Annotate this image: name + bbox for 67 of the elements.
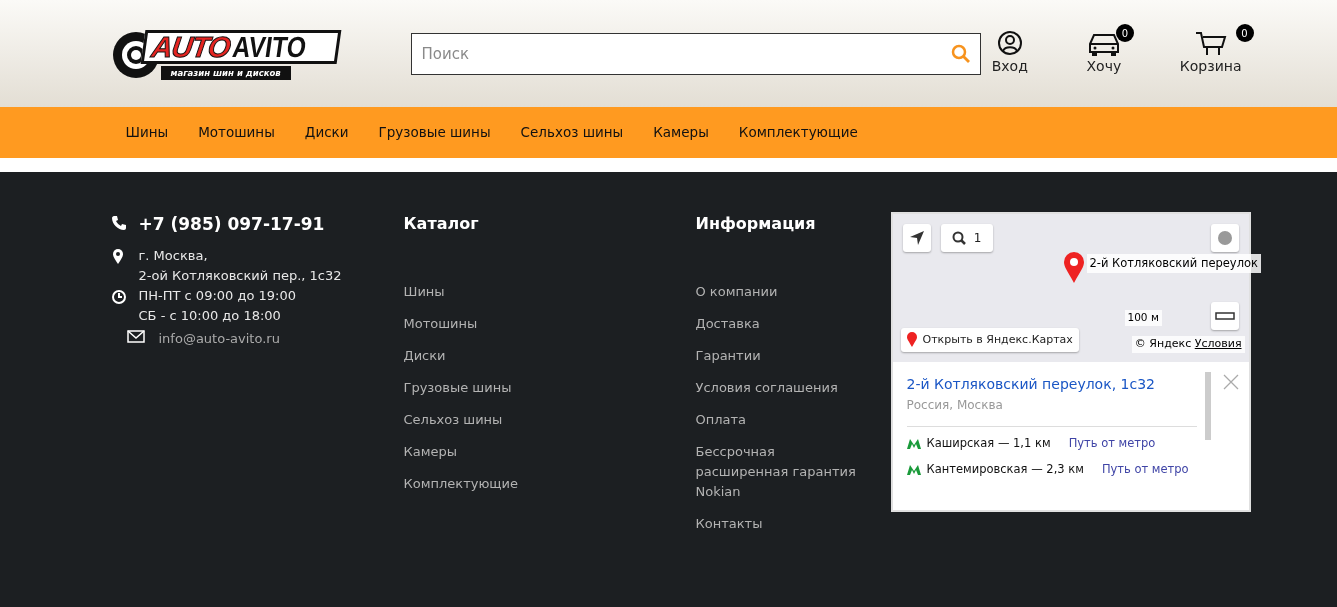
open-map-link[interactable]: Открыть в Яндекс.Картах	[900, 328, 1079, 352]
nav-link[interactable]: Шины	[125, 122, 169, 143]
footer-link[interactable]: Сельхоз шины	[403, 410, 574, 430]
metro-icon	[906, 464, 921, 475]
ruler-button[interactable]	[1210, 302, 1239, 330]
layers-button[interactable]	[1210, 224, 1239, 252]
search-field[interactable]: Поиск	[410, 32, 981, 75]
footer-link[interactable]: Контакты	[695, 514, 866, 534]
contact-text: СБ - с 10:00 до 18:00	[138, 306, 282, 325]
footer-link[interactable]: Камеры	[403, 442, 574, 462]
user-icon	[996, 30, 1023, 56]
envelope-icon	[126, 328, 145, 345]
circle-icon	[1216, 230, 1233, 246]
placemark-icon	[1062, 252, 1085, 284]
contact-text: ПН-ПТ с 09:00 до 19:00	[138, 286, 296, 305]
column-title: Каталог	[403, 213, 480, 235]
zoom-button[interactable]: 1	[940, 224, 993, 252]
nav-link[interactable]: Комплектующие	[738, 122, 858, 143]
ruler-icon	[1214, 311, 1235, 321]
footer-link[interactable]: Мотошины	[403, 314, 574, 334]
footer-link[interactable]: Шины	[403, 282, 574, 302]
footer-link[interactable]: Доставка	[695, 314, 866, 334]
footer-link[interactable]: Гарантии	[695, 346, 866, 366]
metro-icon	[906, 438, 921, 449]
address-link[interactable]: 2-й Котляковский переулок, 1с32	[906, 376, 1155, 392]
contact-text: 2-ой Котляковский пер., 1с32	[138, 266, 342, 285]
nav-link[interactable]: Грузовые шины	[378, 122, 491, 143]
logo-text: AVITO	[230, 32, 308, 61]
count-badge: 0	[1235, 24, 1254, 42]
close-icon	[1222, 374, 1239, 390]
footer-link[interactable]: Оплата	[695, 410, 866, 430]
address-subtitle: Россия, Москва	[906, 397, 1004, 414]
search-icon	[950, 43, 971, 64]
terms-link[interactable]: Условия	[1194, 337, 1242, 350]
placemark-label: 2-й Котляковский переулок	[1086, 254, 1261, 274]
route-link[interactable]: Путь от метро	[1068, 435, 1156, 453]
footer-link[interactable]: Грузовые шины	[403, 378, 574, 398]
scale-label: 100 м	[1124, 310, 1162, 326]
nav-link[interactable]: Сельхоз шины	[520, 122, 624, 143]
route-link[interactable]: Путь от метро	[1101, 461, 1189, 479]
footer-link[interactable]: Комплектующие	[403, 474, 574, 494]
count-badge: 0	[1115, 24, 1134, 42]
footer-link[interactable]: Диски	[403, 346, 574, 366]
copyright-text: © Яндекс	[1134, 337, 1193, 350]
locate-button[interactable]	[902, 224, 931, 252]
footer-link[interactable]: О компании	[695, 282, 866, 302]
column-title: Информация	[695, 213, 817, 235]
nav-link[interactable]: Мотошины	[198, 122, 275, 143]
nav-link[interactable]: Диски	[304, 122, 349, 143]
cart-icon	[1194, 30, 1227, 56]
arrow-icon	[908, 230, 925, 246]
phone-icon	[110, 215, 127, 231]
logo-tagline: магазин шин и дисков	[160, 65, 291, 81]
clock-icon	[110, 288, 127, 305]
station-text: Каширская — 1,1 км	[926, 435, 1051, 452]
footer-link[interactable]: Бессрочная расширенная гарантия Nokian	[695, 442, 866, 502]
footer-link[interactable]: Условия соглашения	[695, 378, 866, 398]
station-text: Кантемировская — 2,3 км	[926, 461, 1084, 479]
search-icon	[951, 231, 966, 245]
nav-link[interactable]: Камеры	[653, 122, 709, 143]
email-link[interactable]: info@auto-avito.ru	[158, 330, 280, 346]
pin-icon	[906, 332, 917, 348]
contact-text: г. Москва,	[138, 246, 209, 265]
phone-number: +7 (985) 097-17-91	[138, 213, 325, 236]
header-link[interactable]: Вход	[991, 30, 1028, 77]
scrollbar-thumb	[1204, 372, 1211, 440]
logo-text: AUTO	[149, 32, 232, 61]
